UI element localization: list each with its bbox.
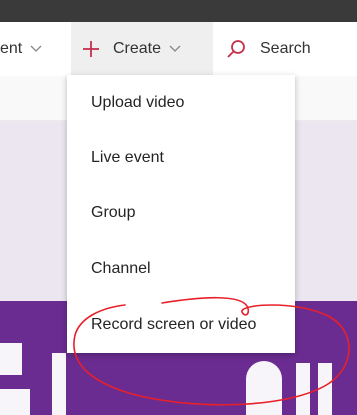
banner-shape xyxy=(52,353,66,415)
menu-item-channel[interactable]: Channel xyxy=(67,249,295,289)
chevron-down-icon xyxy=(30,45,42,52)
create-dropdown-menu: Upload video Live event Group Channel Re… xyxy=(67,75,295,353)
banner-shape xyxy=(0,343,22,375)
menu-item-live-event[interactable]: Live event xyxy=(67,138,295,178)
menu-item-label: Live event xyxy=(91,149,164,166)
nav-item-truncated-label: ent xyxy=(0,40,23,57)
create-button-label: Create xyxy=(113,40,162,57)
search-icon xyxy=(227,40,245,58)
menu-item-label: Record screen or video xyxy=(91,316,257,333)
banner-shape xyxy=(246,361,282,415)
menu-item-record-screen-or-video[interactable]: Record screen or video xyxy=(67,305,295,345)
search-button-label: Search xyxy=(260,40,311,57)
plus-icon xyxy=(83,41,99,57)
menu-item-label: Upload video xyxy=(91,94,185,111)
top-app-bar xyxy=(0,0,357,22)
banner-shape xyxy=(296,363,310,415)
banner-shape xyxy=(318,363,332,415)
menu-item-upload-video[interactable]: Upload video xyxy=(67,83,295,123)
menu-item-label: Channel xyxy=(91,260,151,277)
menu-item-group[interactable]: Group xyxy=(67,193,295,233)
create-button[interactable]: Create xyxy=(71,22,213,76)
nav-item-truncated[interactable]: ent xyxy=(0,22,42,76)
chevron-down-icon xyxy=(169,45,181,52)
banner-shape xyxy=(0,389,30,415)
nav-bar: ent Create Search xyxy=(0,22,357,76)
menu-item-label: Group xyxy=(91,204,136,221)
search-button[interactable]: Search xyxy=(226,22,311,76)
